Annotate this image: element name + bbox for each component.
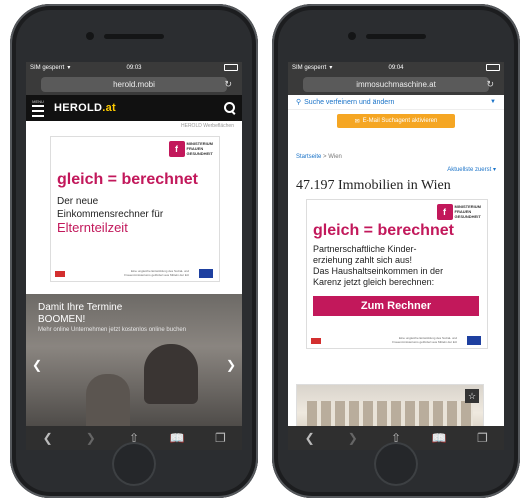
star-icon[interactable]: ☆ <box>465 389 479 403</box>
earpiece <box>366 34 426 39</box>
address-bar: herold.mobi ↻ <box>26 73 242 95</box>
status-bar: SIM gesperrt ▾ 09:04 <box>288 62 504 73</box>
ministry-logo: f MINISTERIUM FRAUEN GESUNDHEIT <box>168 141 213 157</box>
eu-flag-icon <box>467 336 481 345</box>
hero-subtitle: Mehr online Unternehmen jetzt kostenlos … <box>38 327 187 333</box>
front-camera <box>86 32 94 40</box>
ministry-logo-icon: f <box>168 141 185 157</box>
menu-button[interactable]: MENU <box>32 99 44 117</box>
screen-left: SIM gesperrt ▾ 09:03 herold.mobi ↻ MENU … <box>26 62 242 450</box>
menu-icon <box>32 105 44 117</box>
chevron-right-icon[interactable]: ❯ <box>226 358 236 372</box>
ad-line-3: Das Haushaltseinkommen in der <box>313 266 444 276</box>
chevron-down-icon: ▾ <box>492 167 496 173</box>
home-button[interactable] <box>112 442 156 486</box>
clock: 09:04 <box>388 64 404 71</box>
refine-search-label: Suche verfeinern und ändern <box>304 98 395 106</box>
ad-banner[interactable]: f MINISTERIUM FRAUEN GESUNDHEIT gleich =… <box>306 199 488 349</box>
sort-dropdown[interactable]: Aktuellste zuerst ▾ <box>447 166 496 173</box>
email-agent-label: E-Mail Suchagent aktivieren <box>362 118 438 124</box>
clock: 09:03 <box>126 64 142 71</box>
logo-text: HEROLD <box>54 102 103 114</box>
sponsor-logo-icon <box>55 271 65 277</box>
phone-right: SIM gesperrt ▾ 09:04 immosuchmaschine.at… <box>272 4 520 498</box>
ad-line-1: Der neue <box>57 196 99 207</box>
menu-label: MENU <box>32 99 44 104</box>
breadcrumb-current: Wien <box>328 154 342 160</box>
hero-title-line-1: Damit Ihre Termine <box>38 302 123 313</box>
address-bar: immosuchmaschine.at ↻ <box>288 73 504 95</box>
ministry-name: MINISTERIUM FRAUEN GESUNDHEIT <box>186 141 213 156</box>
site-header: MENU HEROLD.at <box>26 95 242 121</box>
earpiece <box>104 34 164 39</box>
url-field[interactable]: immosuchmaschine.at <box>303 76 489 92</box>
reload-icon[interactable]: ↻ <box>486 79 494 90</box>
tabs-icon[interactable]: ❐ <box>472 428 492 448</box>
tabs-icon[interactable]: ❐ <box>210 428 230 448</box>
hero-banner[interactable]: Damit Ihre Termine BOOMEN! Mehr online U… <box>26 294 242 426</box>
site-logo[interactable]: HEROLD.at <box>54 102 116 114</box>
forward-icon[interactable]: ❯ <box>343 428 363 448</box>
ministry-logo-icon: f <box>436 204 453 220</box>
phone-left: SIM gesperrt ▾ 09:03 herold.mobi ↻ MENU … <box>10 4 258 498</box>
ad-footnote: Eine ungleiche Entwicklung des Sozial- u… <box>392 336 457 344</box>
ad-body: Partnerschaftliche Kinder- erziehung zah… <box>313 244 443 288</box>
calculator-button[interactable]: Zum Rechner <box>313 296 479 316</box>
sponsor-logo-icon <box>311 338 321 344</box>
forward-icon[interactable]: ❯ <box>81 428 101 448</box>
mail-icon: ✉ <box>354 118 360 125</box>
ad-banner[interactable]: f MINISTERIUM FRAUEN GESUNDHEIT gleich =… <box>50 136 220 282</box>
home-button[interactable] <box>374 442 418 486</box>
hero-title: Damit Ihre Termine BOOMEN! <box>38 302 122 326</box>
refine-search-link[interactable]: ⚲ Suche verfeinern und ändern ▼ <box>288 95 504 110</box>
hero-person-back <box>86 374 130 426</box>
ad-line-2: erziehung zahlt sich aus! <box>313 255 413 265</box>
chevron-down-icon: ▼ <box>490 99 496 105</box>
logo-tld: .at <box>102 102 116 114</box>
ministry-name: MINISTERIUM FRAUEN GESUNDHEIT <box>454 204 481 219</box>
email-agent-button[interactable]: ✉ E-Mail Suchagent aktivieren <box>337 114 455 128</box>
back-icon[interactable]: ❮ <box>38 428 58 448</box>
ad-line-4: Karenz jetzt gleich berechnen: <box>313 277 435 287</box>
url-field[interactable]: herold.mobi <box>41 76 227 92</box>
ad-footnote: Eine ungleiche Entwicklung des Sozial- u… <box>124 269 189 277</box>
bookmarks-icon[interactable]: 📖 <box>429 428 449 448</box>
breadcrumb-home[interactable]: Startseite <box>296 154 321 160</box>
front-camera <box>348 32 356 40</box>
ad-line-3: Elternteilzeit <box>57 220 128 235</box>
eu-flag-icon <box>199 269 213 278</box>
ad-headline: gleich = berechnet <box>313 222 454 239</box>
chevron-left-icon[interactable]: ❮ <box>32 358 42 372</box>
status-bar: SIM gesperrt ▾ 09:03 <box>26 62 242 73</box>
result-count: 47.197 Immobilien in Wien <box>296 178 451 193</box>
ad-line-1: Partnerschaftliche Kinder- <box>313 244 417 254</box>
ad-tag: HEROLD Werbeflächen <box>181 123 234 129</box>
ministry-logo: f MINISTERIUM FRAUEN GESUNDHEIT <box>436 204 481 220</box>
hero-title-line-2: BOOMEN! <box>38 314 86 325</box>
ad-body: Der neue Einkommensrechner für Elterntei… <box>57 195 163 234</box>
hero-person-head <box>144 344 198 404</box>
reload-icon[interactable]: ↻ <box>224 79 232 90</box>
back-icon[interactable]: ❮ <box>300 428 320 448</box>
sort-label: Aktuellste zuerst <box>447 167 492 173</box>
bookmarks-icon[interactable]: 📖 <box>167 428 187 448</box>
screen-right: SIM gesperrt ▾ 09:04 immosuchmaschine.at… <box>288 62 504 450</box>
search-icon[interactable] <box>224 102 236 114</box>
search-icon: ⚲ <box>296 99 302 106</box>
breadcrumb: Startseite > Wien <box>288 154 350 160</box>
ad-headline: gleich = berechnet <box>57 171 198 188</box>
